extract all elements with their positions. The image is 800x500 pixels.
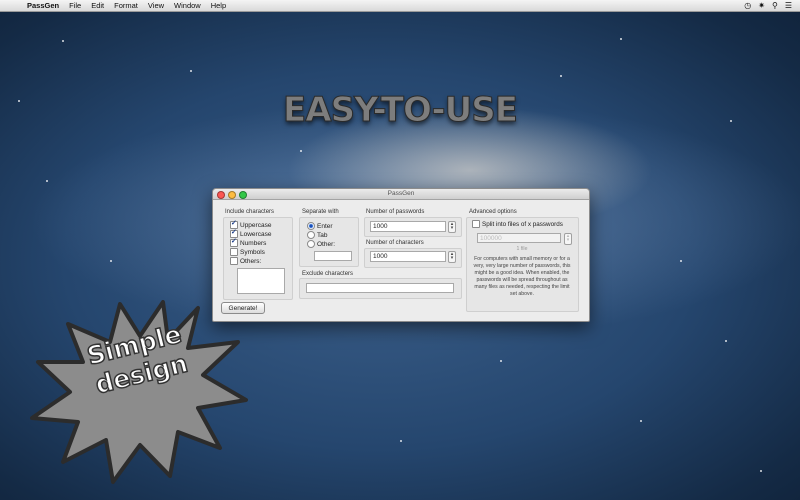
numbers-checkbox[interactable] xyxy=(230,237,238,247)
notification-list-icon[interactable]: ☰ xyxy=(785,1,792,10)
brightness-icon[interactable]: ✷ xyxy=(758,1,765,10)
others-label: Others: xyxy=(240,257,262,265)
num-characters-field[interactable]: 1000 xyxy=(370,251,446,262)
star xyxy=(190,70,192,72)
menu-bar: PassGen File Edit Format View Window Hel… xyxy=(0,0,800,12)
split-count-field[interactable]: 100000 xyxy=(477,233,561,243)
menu-app-name[interactable]: PassGen xyxy=(22,1,64,10)
split-count-stepper[interactable]: ▴ ▾ xyxy=(564,233,572,245)
window-titlebar[interactable]: PassGen xyxy=(213,189,589,200)
numbers-label: Numbers xyxy=(240,239,267,247)
others-option[interactable]: Others: xyxy=(230,257,261,265)
advanced-label: Advanced options xyxy=(469,209,517,215)
spotlight-icon[interactable]: ⚲ xyxy=(772,1,778,10)
other-radio[interactable] xyxy=(307,240,315,248)
menu-format[interactable]: Format xyxy=(109,1,143,10)
include-label: Include characters xyxy=(225,209,275,215)
menu-file[interactable]: File xyxy=(64,1,86,10)
symbols-label: Symbols xyxy=(240,248,265,256)
exclude-field[interactable] xyxy=(306,283,454,293)
other-label: Other: xyxy=(317,240,336,248)
advanced-note: For computers with small memory or for a… xyxy=(473,256,571,297)
tab-option[interactable]: Tab xyxy=(307,231,327,239)
star xyxy=(760,470,762,472)
menu-help[interactable]: Help xyxy=(206,1,231,10)
enter-label: Enter xyxy=(317,222,333,230)
num-passwords-label: Number of passwords xyxy=(366,209,425,215)
num-characters-label: Number of characters xyxy=(366,240,424,246)
enter-radio[interactable] xyxy=(307,222,315,230)
separate-label: Separate with xyxy=(302,209,339,215)
star xyxy=(500,360,502,362)
other-option[interactable]: Other: xyxy=(307,240,335,248)
num-characters-stepper[interactable]: ▴ ▾ xyxy=(448,251,456,263)
enter-option[interactable]: Enter xyxy=(307,222,333,230)
num-passwords-field[interactable]: 1000 xyxy=(370,221,446,232)
others-checkbox[interactable] xyxy=(230,257,238,265)
tab-radio[interactable] xyxy=(307,231,315,239)
menubar-status-area: ◷ ✷ ⚲ ☰ xyxy=(744,1,800,10)
passgen-window: PassGen Include characters Uppercase Low… xyxy=(212,188,590,322)
symbols-checkbox[interactable] xyxy=(230,248,238,256)
symbols-option[interactable]: Symbols xyxy=(230,248,265,256)
numbers-option[interactable]: Numbers xyxy=(230,237,267,247)
star xyxy=(560,75,562,77)
window-title: PassGen xyxy=(387,190,415,197)
files-count-text: 1 file xyxy=(516,246,528,252)
star xyxy=(640,420,642,422)
menu-edit[interactable]: Edit xyxy=(86,1,109,10)
star xyxy=(300,150,302,152)
star xyxy=(110,260,112,262)
lowercase-label: Lowercase xyxy=(240,230,272,238)
menu-view[interactable]: View xyxy=(143,1,169,10)
star xyxy=(620,38,622,40)
tab-label: Tab xyxy=(317,231,328,239)
star xyxy=(680,260,682,262)
star xyxy=(725,340,727,342)
star xyxy=(62,40,64,42)
uppercase-label: Uppercase xyxy=(240,221,272,229)
time-machine-icon[interactable]: ◷ xyxy=(744,1,751,10)
headline: EASY-TO-USE xyxy=(283,90,519,131)
split-option[interactable]: Split into files of x passwords xyxy=(472,220,563,228)
other-separator-field[interactable] xyxy=(314,251,352,261)
exclude-label: Exclude characters xyxy=(302,271,354,277)
split-checkbox[interactable] xyxy=(472,220,480,228)
split-label: Split into files of x passwords xyxy=(482,220,563,228)
star xyxy=(46,180,48,182)
others-textarea[interactable] xyxy=(237,268,285,294)
num-passwords-stepper[interactable]: ▴ ▾ xyxy=(448,221,456,233)
star xyxy=(400,440,402,442)
menu-window[interactable]: Window xyxy=(169,1,206,10)
